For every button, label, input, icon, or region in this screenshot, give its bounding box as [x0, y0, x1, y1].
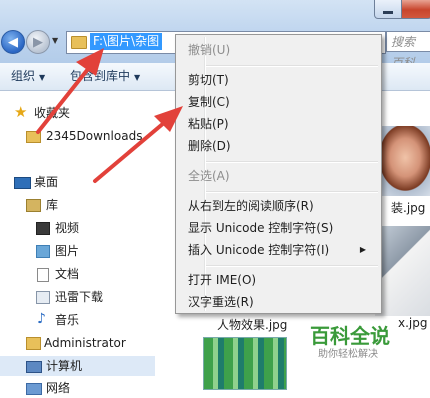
menu-item-select-all[interactable]: 全选(A) — [188, 166, 374, 186]
sidebar-item-label: 收藏夹 — [34, 106, 71, 120]
menu-item-rtl-reading[interactable]: 从右到左的阅读顺序(R) — [188, 196, 374, 216]
minimize-icon — [383, 10, 393, 14]
pictures-icon — [36, 245, 50, 258]
menu-item-show-unicode[interactable]: 显示 Unicode 控制字符(S) — [188, 218, 374, 238]
navigation-pane: ★ 收藏夹 2345Downloads 桌面 库 视频 图片 文档 迅雷下载 ♪… — [0, 91, 155, 395]
desktop-icon — [14, 177, 31, 189]
minimize-button[interactable] — [374, 0, 402, 19]
menu-item-cut[interactable]: 剪切(T) — [188, 70, 374, 90]
menu-item-paste[interactable]: 粘贴(P) — [188, 114, 374, 134]
file-name-label[interactable]: 人物效果.jpg — [217, 316, 287, 333]
chevron-down-icon: ▼ — [39, 73, 46, 82]
sidebar-item-label: 网络 — [46, 381, 71, 395]
document-icon — [37, 268, 49, 282]
menu-item-delete[interactable]: 删除(D) — [188, 136, 374, 156]
computer-icon — [26, 361, 42, 373]
sidebar-item-label: 桌面 — [34, 175, 59, 189]
sidebar-item-label: 图片 — [55, 244, 80, 258]
recent-pages-dropdown[interactable]: ▼ — [52, 36, 58, 45]
file-name-label[interactable]: x.jpg — [398, 316, 427, 330]
search-input[interactable]: 搜索 百科 — [386, 31, 430, 70]
sidebar-item-label: 视频 — [55, 221, 80, 235]
thumbnail-image[interactable] — [203, 337, 287, 390]
chevron-down-icon: ▼ — [134, 73, 141, 82]
user-folder-icon — [26, 337, 41, 350]
music-note-icon: ♪ — [37, 311, 46, 327]
menu-item-undo[interactable]: 撤销(U) — [188, 40, 374, 60]
organize-label: 组织 — [11, 69, 36, 83]
close-button[interactable] — [401, 0, 430, 19]
sidebar-item-label: 计算机 — [46, 359, 83, 373]
forward-button[interactable]: ▶ — [26, 30, 50, 54]
menu-item-reconversion[interactable]: 汉字重选(R) — [188, 292, 374, 312]
menu-separator — [206, 191, 378, 193]
sidebar-item-label: 音乐 — [55, 313, 80, 327]
watermark-subtitle: 助你轻松解决 — [318, 349, 378, 360]
add-to-library-menu[interactable]: 包含到库中 ▼ — [70, 63, 140, 91]
sidebar-item-videos[interactable]: 视频 — [0, 218, 155, 238]
sidebar-item-desktop[interactable]: 桌面 — [0, 172, 155, 192]
sidebar-item-label: 库 — [46, 198, 59, 212]
menu-item-open-ime[interactable]: 打开 IME(O) — [188, 270, 374, 290]
thumbnail-image[interactable] — [375, 226, 430, 316]
submenu-arrow-icon: ▶ — [359, 245, 366, 254]
download-folder-icon — [36, 291, 50, 304]
sidebar-item-libraries[interactable]: 库 — [0, 195, 155, 215]
context-menu: 撤销(U) 剪切(T) 复制(C) 粘贴(P) 删除(D) 全选(A) 从右到左… — [175, 34, 382, 314]
sidebar-item-computer[interactable]: 计算机 — [0, 356, 155, 376]
sidebar-item-pictures[interactable]: 图片 — [0, 241, 155, 261]
folder-icon — [26, 131, 41, 143]
back-button[interactable]: ◀ — [1, 30, 25, 54]
organize-menu[interactable]: 组织 ▼ — [11, 63, 45, 91]
sidebar-item-xunlei[interactable]: 迅雷下载 — [0, 287, 155, 307]
sidebar-item-downloads[interactable]: 2345Downloads — [0, 126, 155, 146]
add-to-library-label: 包含到库中 — [70, 69, 131, 83]
library-icon — [26, 199, 41, 212]
menu-item-copy[interactable]: 复制(C) — [188, 92, 374, 112]
sidebar-item-label: Administrator — [44, 336, 126, 350]
star-icon: ★ — [14, 103, 28, 121]
menu-item-insert-unicode[interactable]: 插入 Unicode 控制字符(I) ▶ — [188, 240, 374, 260]
menu-item-label: 插入 Unicode 控制字符(I) — [188, 243, 330, 257]
sidebar-item-documents[interactable]: 文档 — [0, 264, 155, 284]
sidebar-item-administrator[interactable]: Administrator — [0, 333, 155, 353]
menu-separator — [206, 65, 378, 67]
forward-arrow-icon: ▶ — [33, 34, 43, 50]
thumbnail-image[interactable] — [375, 126, 430, 196]
menu-separator — [206, 265, 378, 267]
video-icon — [36, 222, 50, 235]
sidebar-item-favorites[interactable]: ★ 收藏夹 — [0, 103, 155, 123]
sidebar-item-label: 迅雷下载 — [55, 290, 104, 304]
back-arrow-icon: ◀ — [8, 34, 18, 50]
menu-separator — [206, 161, 378, 163]
sidebar-item-label: 2345Downloads — [46, 129, 143, 143]
sidebar-item-network[interactable]: 网络 — [0, 378, 155, 398]
network-icon — [26, 383, 42, 395]
sidebar-item-label: 文档 — [55, 267, 80, 281]
address-path-selected[interactable]: F:\图片\杂图 — [90, 33, 163, 50]
file-name-label[interactable]: 装.jpg — [391, 199, 425, 216]
sidebar-item-music[interactable]: ♪ 音乐 — [0, 310, 155, 330]
folder-icon — [71, 36, 87, 49]
